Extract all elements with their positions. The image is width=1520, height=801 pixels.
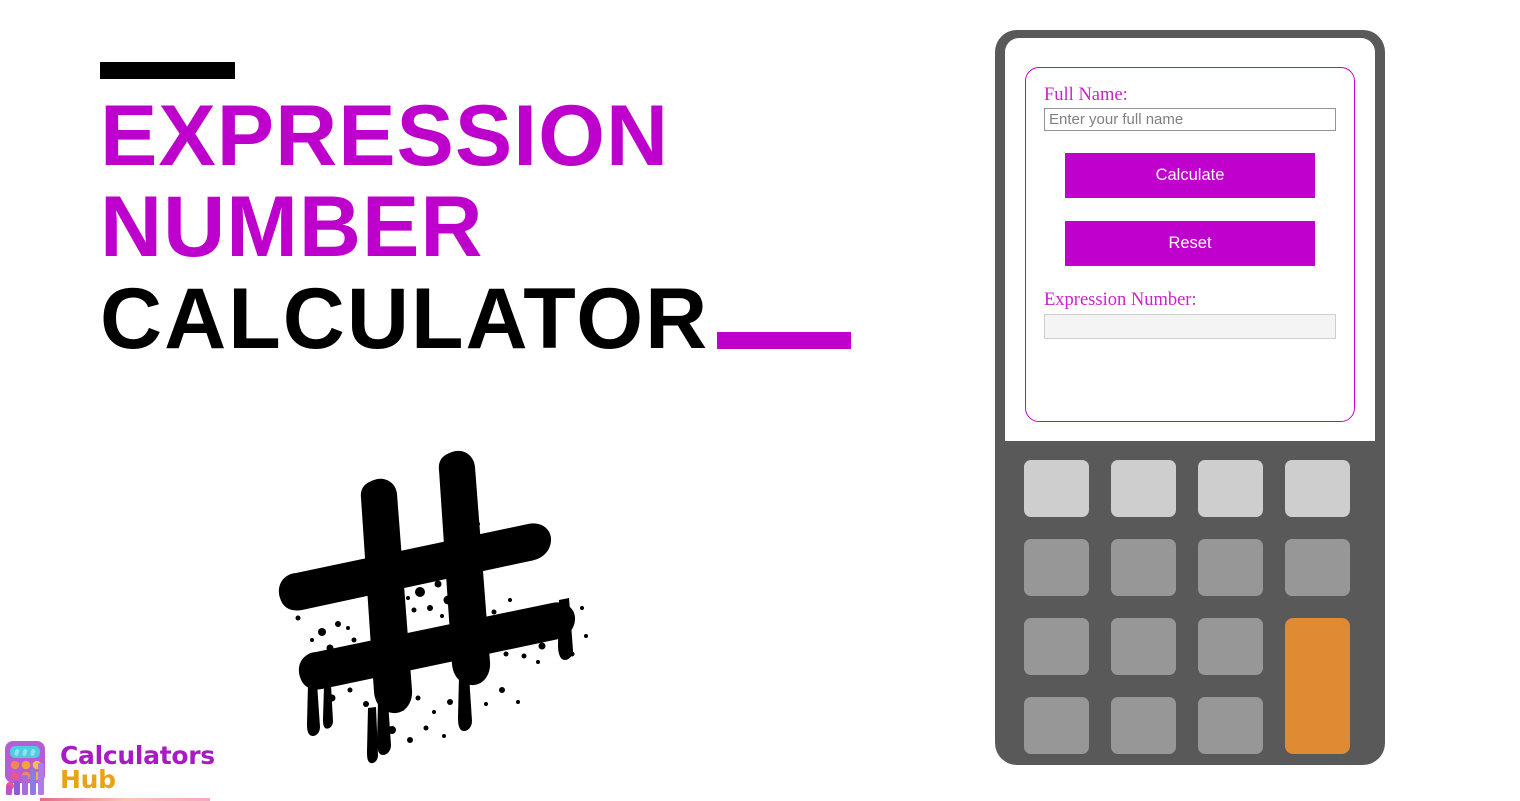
keypad-key[interactable] — [1111, 460, 1176, 517]
keypad-key[interactable] — [1285, 460, 1350, 517]
keypad-key[interactable] — [1024, 460, 1089, 517]
calculate-button[interactable]: Calculate — [1065, 153, 1315, 199]
full-name-input[interactable] — [1044, 108, 1336, 132]
keypad-key[interactable] — [1198, 539, 1263, 596]
expression-number-output[interactable] — [1044, 313, 1336, 339]
keypad-key[interactable] — [1024, 697, 1089, 754]
calculator-screen-panel: Full Name: Calculate Reset Expression Nu… — [1005, 38, 1375, 441]
keypad-key[interactable] — [1111, 539, 1176, 596]
title-bottom-rule — [717, 332, 852, 350]
page-title: EXPRESSION NUMBER CALCULATOR — [100, 62, 900, 367]
title-line-number: NUMBER — [100, 179, 484, 276]
keypad-key[interactable] — [1198, 460, 1263, 517]
keypad-key-accent[interactable] — [1285, 618, 1350, 754]
keypad-key[interactable] — [1285, 539, 1350, 596]
title-top-rule — [100, 62, 235, 79]
hero-panel: EXPRESSION NUMBER CALCULATOR Calculators… — [0, 0, 960, 801]
title-line-calculator-row: CALCULATOR — [100, 270, 900, 367]
keypad-key[interactable] — [1111, 618, 1176, 675]
logo-wordmark: Calculators Hub — [60, 743, 215, 794]
keypad-key[interactable] — [1111, 697, 1176, 754]
brand-logo[interactable]: Calculators Hub — [2, 738, 217, 801]
hashtag-graffiti-icon — [262, 440, 602, 780]
keypad-key[interactable] — [1024, 618, 1089, 675]
expression-number-form: Full Name: Calculate Reset Expression Nu… — [1025, 67, 1355, 422]
keypad-key[interactable] — [1024, 539, 1089, 596]
calculators-hub-logo-icon — [5, 741, 45, 795]
full-name-label: Full Name: — [1044, 85, 1128, 105]
title-line-calculator: CALCULATOR — [100, 270, 710, 367]
reset-button[interactable]: Reset — [1065, 221, 1315, 267]
title-line-expression: EXPRESSION — [100, 88, 670, 184]
logo-word-hub: Hub — [60, 765, 116, 794]
keypad-key[interactable] — [1198, 697, 1263, 754]
calculator-device: Full Name: Calculate Reset Expression Nu… — [995, 30, 1385, 765]
calculator-keypad — [1024, 460, 1354, 754]
expression-number-label: Expression Number: — [1044, 290, 1197, 311]
keypad-key[interactable] — [1198, 618, 1263, 675]
